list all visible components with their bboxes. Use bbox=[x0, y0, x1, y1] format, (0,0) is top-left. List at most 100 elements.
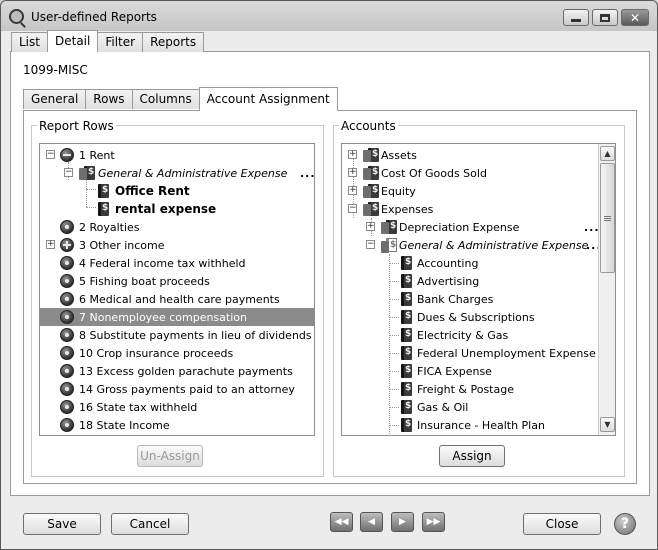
accounts-scrollbar[interactable]: ▲ ▼ bbox=[598, 144, 615, 435]
collapse-icon[interactable]: − bbox=[64, 168, 73, 177]
account-icon bbox=[401, 292, 412, 306]
account-label: Electricity & Gas bbox=[417, 328, 509, 342]
report-row-6[interactable]: 6 Medical and health care payments bbox=[40, 290, 314, 308]
account-label: Bank Charges bbox=[417, 292, 494, 306]
account-group-icon bbox=[381, 220, 397, 234]
report-row-7-selected[interactable]: 7 Nonemployee compensation bbox=[40, 308, 314, 326]
account-general-administrative[interactable]: − General & Administrative Expense ... bbox=[342, 236, 615, 254]
tab-filter[interactable]: Filter bbox=[97, 32, 144, 52]
expand-icon[interactable]: + bbox=[46, 240, 55, 249]
collapse-icon[interactable]: − bbox=[366, 240, 375, 249]
report-row-rental-expense[interactable]: rental expense bbox=[40, 200, 314, 218]
report-rows-tree[interactable]: − 1 Rent − General & Administrative Expe… bbox=[39, 143, 315, 436]
minimize-button[interactable] bbox=[563, 9, 589, 26]
account-label: Insurance - Health Plan bbox=[417, 418, 545, 432]
account-accounting[interactable]: Accounting bbox=[342, 254, 615, 272]
account-gas-oil[interactable]: Gas & Oil bbox=[342, 398, 615, 416]
row-label: General & Administrative Expense bbox=[98, 166, 288, 180]
tab-list[interactable]: List bbox=[11, 32, 48, 52]
report-row-office-rent[interactable]: Office Rent bbox=[40, 182, 314, 200]
tree-line bbox=[389, 353, 399, 354]
account-fica-expense[interactable]: FICA Expense bbox=[342, 362, 615, 380]
account-federal-unemployment[interactable]: Federal Unemployment Expense bbox=[342, 344, 615, 362]
row-label: 14 Gross payments paid to an attorney bbox=[79, 382, 295, 396]
account-depreciation[interactable]: + Depreciation Expense ... bbox=[342, 218, 615, 236]
expand-icon[interactable]: + bbox=[348, 186, 357, 195]
next-record-button[interactable]: ▶ bbox=[391, 512, 414, 532]
account-expenses[interactable]: − Expenses bbox=[342, 200, 615, 218]
account-equity[interactable]: + Equity bbox=[342, 182, 615, 200]
tab-rows[interactable]: Rows bbox=[85, 89, 133, 109]
account-insurance-health[interactable]: Insurance - Health Plan bbox=[342, 416, 615, 434]
account-dues-subscriptions[interactable]: Dues & Subscriptions bbox=[342, 308, 615, 326]
previous-icon: ◀ bbox=[368, 517, 375, 527]
row-label: 5 Fishing boat proceeds bbox=[79, 274, 210, 288]
first-record-button[interactable]: ◀◀ bbox=[330, 512, 353, 532]
account-icon bbox=[401, 400, 412, 414]
tab-detail[interactable]: Detail bbox=[46, 30, 99, 52]
assign-button[interactable]: Assign bbox=[439, 445, 505, 467]
tab-columns[interactable]: Columns bbox=[131, 89, 200, 109]
expand-icon[interactable]: + bbox=[348, 168, 357, 177]
scroll-up-button[interactable]: ▲ bbox=[600, 146, 615, 161]
report-row-13[interactable]: 13 Excess golden parachute payments bbox=[40, 362, 314, 380]
row-label: 4 Federal income tax withheld bbox=[79, 256, 246, 270]
report-row-general-administrative[interactable]: − General & Administrative Expense ... bbox=[40, 164, 314, 182]
row-label: 16 State tax withheld bbox=[79, 400, 198, 414]
account-label: Accounting bbox=[417, 256, 479, 270]
expand-icon[interactable]: + bbox=[348, 150, 357, 159]
scroll-thumb[interactable] bbox=[600, 163, 615, 273]
account-advertising[interactable]: Advertising bbox=[342, 272, 615, 290]
tab-reports[interactable]: Reports bbox=[142, 32, 205, 52]
close-button[interactable]: Close bbox=[523, 513, 601, 535]
tree-line bbox=[389, 425, 399, 426]
collapse-icon[interactable]: − bbox=[348, 204, 357, 213]
report-row-10[interactable]: 10 Crop insurance proceeds bbox=[40, 344, 314, 362]
maximize-icon bbox=[600, 13, 610, 22]
account-label: Depreciation Expense bbox=[399, 220, 520, 234]
report-row-8[interactable]: 8 Substitute payments in lieu of dividen… bbox=[40, 326, 314, 344]
expand-icon[interactable]: + bbox=[366, 222, 375, 231]
next-icon: ▶ bbox=[399, 517, 406, 527]
account-icon bbox=[401, 418, 412, 432]
report-row-3[interactable]: + 3 Other income bbox=[40, 236, 314, 254]
scroll-down-button[interactable]: ▼ bbox=[600, 417, 615, 432]
report-row-4[interactable]: 4 Federal income tax withheld bbox=[40, 254, 314, 272]
disc-icon bbox=[60, 400, 74, 414]
report-row-1-rent[interactable]: − 1 Rent bbox=[40, 146, 314, 164]
help-button[interactable]: ? bbox=[614, 513, 636, 535]
accounts-tree[interactable]: + Assets + Cost Of Goods Sold + Equity −… bbox=[341, 143, 616, 436]
report-row-2[interactable]: 2 Royalties bbox=[40, 218, 314, 236]
account-assets[interactable]: + Assets bbox=[342, 146, 615, 164]
account-icon bbox=[401, 310, 412, 324]
row-label: Office Rent bbox=[115, 184, 190, 198]
row-label: 6 Medical and health care payments bbox=[79, 292, 280, 306]
account-group-icon bbox=[363, 202, 379, 216]
disc-icon bbox=[60, 364, 74, 378]
account-icon bbox=[401, 256, 412, 270]
unassign-button[interactable]: Un-Assign bbox=[137, 445, 203, 467]
main-tabs: List Detail Filter Reports bbox=[11, 30, 205, 52]
maximize-button[interactable] bbox=[592, 9, 618, 26]
tree-line bbox=[389, 299, 399, 300]
save-button[interactable]: Save bbox=[23, 513, 101, 535]
report-row-18[interactable]: 18 State Income bbox=[40, 416, 314, 434]
previous-record-button[interactable]: ◀ bbox=[360, 512, 383, 532]
report-row-14[interactable]: 14 Gross payments paid to an attorney bbox=[40, 380, 314, 398]
account-electricity-gas[interactable]: Electricity & Gas bbox=[342, 326, 615, 344]
disc-icon bbox=[60, 418, 74, 432]
last-record-button[interactable]: ▶▶ bbox=[422, 512, 445, 532]
disc-icon bbox=[60, 220, 74, 234]
tab-account-assignment[interactable]: Account Assignment bbox=[198, 87, 338, 111]
report-row-16[interactable]: 16 State tax withheld bbox=[40, 398, 314, 416]
collapse-icon[interactable]: − bbox=[46, 150, 55, 159]
account-bank-charges[interactable]: Bank Charges bbox=[342, 290, 615, 308]
close-window-button[interactable]: ✕ bbox=[621, 9, 649, 26]
account-freight-postage[interactable]: Freight & Postage bbox=[342, 380, 615, 398]
tree-line bbox=[389, 335, 399, 336]
cancel-button[interactable]: Cancel bbox=[111, 513, 189, 535]
report-row-5[interactable]: 5 Fishing boat proceeds bbox=[40, 272, 314, 290]
tab-general[interactable]: General bbox=[23, 89, 87, 109]
account-cogs[interactable]: + Cost Of Goods Sold bbox=[342, 164, 615, 182]
tree-line bbox=[389, 263, 399, 264]
